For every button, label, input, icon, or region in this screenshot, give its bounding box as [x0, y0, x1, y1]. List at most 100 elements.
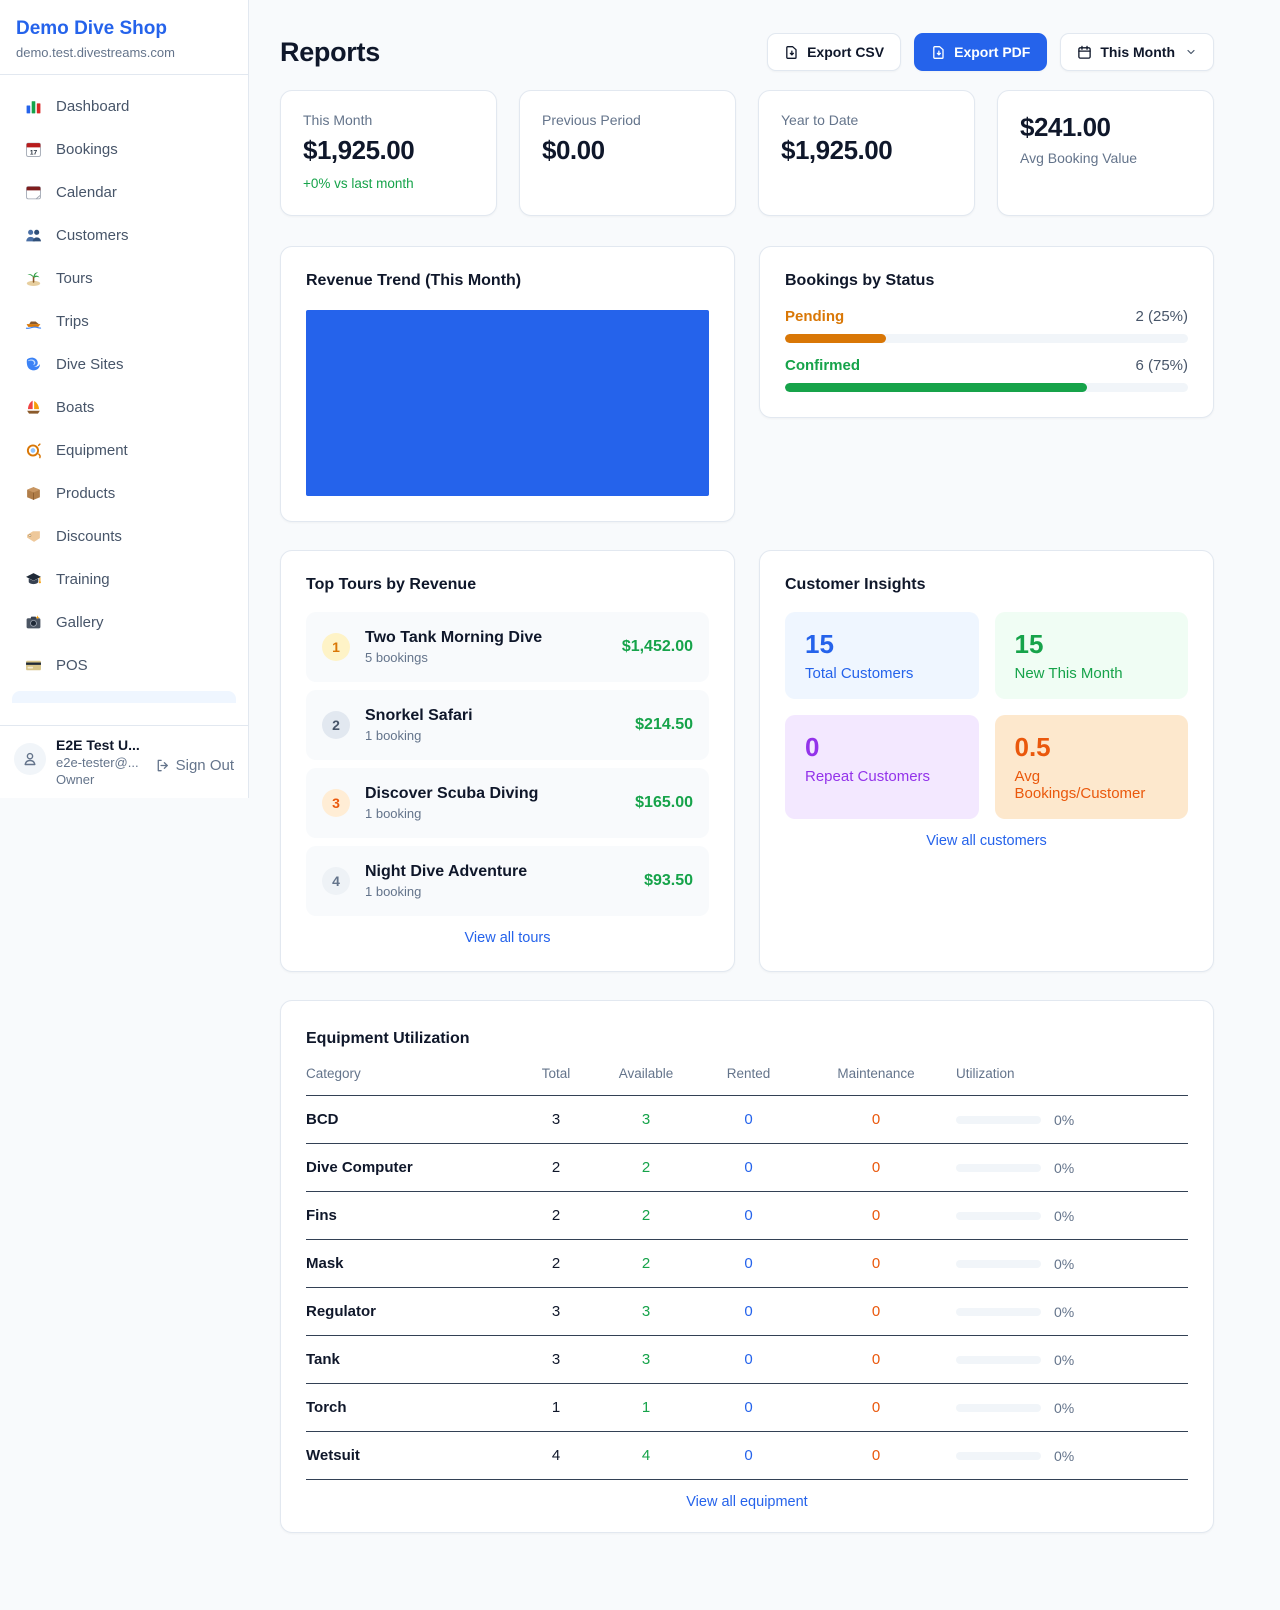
sidebar-item-tours[interactable]: Tours — [12, 261, 236, 295]
equipment-category: BCD — [306, 1096, 521, 1144]
status-label: Pending — [785, 308, 844, 325]
equipment-rented: 0 — [701, 1432, 796, 1480]
equipment-available: 3 — [591, 1288, 701, 1336]
tour-revenue: $93.50 — [644, 872, 693, 890]
pos-icon — [24, 656, 42, 674]
equipment-category: Dive Computer — [306, 1144, 521, 1192]
sidebar-item-pos[interactable]: POS — [12, 648, 236, 682]
column-header: Rented — [701, 1066, 796, 1096]
utilization-bar-track — [956, 1164, 1041, 1172]
equipment-maintenance: 0 — [796, 1288, 956, 1336]
sidebar-item-bookings[interactable]: 17 Bookings — [12, 132, 236, 166]
sidebar-item-label: Boats — [56, 399, 94, 416]
chevron-down-icon — [1185, 46, 1197, 58]
equipment-category: Tank — [306, 1336, 521, 1384]
status-count: 6 (75%) — [1135, 357, 1188, 374]
sidebar-item-label: Training — [56, 571, 110, 588]
status-count: 2 (25%) — [1135, 308, 1188, 325]
sidebar-item-label: Dashboard — [56, 98, 129, 115]
bookings-by-status-card: Bookings by Status Pending 2 (25%) Confi… — [759, 246, 1214, 418]
view-all-tours-link[interactable]: View all tours — [306, 930, 709, 946]
sidebar-item-label: POS — [56, 657, 88, 674]
sidebar-item-label: Bookings — [56, 141, 118, 158]
sidebar-header: Demo Dive Shop demo.test.divestreams.com — [0, 0, 248, 75]
stat-card-previous-period: Previous Period $0.00 — [519, 90, 736, 216]
tile-label: Total Customers — [805, 665, 959, 682]
equipment-maintenance: 0 — [796, 1096, 956, 1144]
list-item: 2 Snorkel Safari 1 booking $214.50 — [306, 690, 709, 760]
export-csv-button[interactable]: Export CSV — [767, 33, 901, 71]
equipment-rented: 0 — [701, 1240, 796, 1288]
equipment-rented: 0 — [701, 1384, 796, 1432]
equipment-category: Regulator — [306, 1288, 521, 1336]
equipment-utilization: 0% — [956, 1096, 1188, 1144]
equipment-total: 2 — [521, 1192, 591, 1240]
view-all-customers-link[interactable]: View all customers — [785, 833, 1188, 849]
equipment-total: 3 — [521, 1096, 591, 1144]
column-header: Total — [521, 1066, 591, 1096]
revenue-trend-chart — [306, 310, 709, 496]
top-tours-card: Top Tours by Revenue 1 Two Tank Morning … — [280, 550, 735, 972]
equipment-maintenance: 0 — [796, 1144, 956, 1192]
sidebar-item-dive-sites[interactable]: Dive Sites — [12, 347, 236, 381]
list-item: 3 Discover Scuba Diving 1 booking $165.0… — [306, 768, 709, 838]
sidebar-item-customers[interactable]: Customers — [12, 218, 236, 252]
user-email: e2e-tester@... — [56, 755, 140, 770]
stat-label: Year to Date — [781, 112, 952, 128]
sidebar-item-equipment[interactable]: Equipment — [12, 433, 236, 467]
column-header: Maintenance — [796, 1066, 956, 1096]
equipment-utilization-title: Equipment Utilization — [306, 1030, 1188, 1048]
column-header: Utilization — [956, 1066, 1188, 1096]
export-csv-label: Export CSV — [807, 44, 884, 60]
sidebar-item-calendar[interactable]: Calendar — [12, 175, 236, 209]
stat-value: $1,925.00 — [303, 135, 474, 166]
calendar-icon — [24, 183, 42, 201]
sidebar-item-dashboard[interactable]: Dashboard — [12, 89, 236, 123]
sidebar-item-label: Dive Sites — [56, 356, 124, 373]
sidebar-item-gallery[interactable]: Gallery — [12, 605, 236, 639]
stat-delta: +0% vs last month — [303, 176, 474, 191]
insights-row: Top Tours by Revenue 1 Two Tank Morning … — [280, 550, 1214, 972]
utilization-percent: 0% — [1054, 1400, 1074, 1416]
user-info: E2E Test U... e2e-tester@... Owner — [56, 737, 140, 787]
export-pdf-button[interactable]: Export PDF — [914, 33, 1047, 71]
sidebar-item-active-partial[interactable] — [12, 691, 236, 703]
tile-label: Repeat Customers — [805, 768, 959, 785]
tour-bookings: 1 booking — [365, 806, 538, 821]
period-select[interactable]: This Month — [1060, 33, 1214, 71]
status-row-pending: Pending 2 (25%) — [785, 308, 1188, 343]
equipment-utilization: 0% — [956, 1240, 1188, 1288]
sidebar-item-boats[interactable]: Boats — [12, 390, 236, 424]
tour-revenue: $1,452.00 — [622, 638, 693, 656]
rank-badge: 3 — [322, 789, 350, 817]
tour-revenue: $165.00 — [635, 794, 693, 812]
equipment-utilization-card: Equipment Utilization Category Total Ava… — [280, 1000, 1214, 1533]
utilization-percent: 0% — [1054, 1352, 1074, 1368]
status-row-confirmed: Confirmed 6 (75%) — [785, 357, 1188, 392]
utilization-percent: 0% — [1054, 1160, 1074, 1176]
sidebar-item-training[interactable]: Training — [12, 562, 236, 596]
trips-icon — [24, 312, 42, 330]
utilization-bar-track — [956, 1212, 1041, 1220]
sidebar-item-trips[interactable]: Trips — [12, 304, 236, 338]
dive-sites-icon — [24, 355, 42, 373]
bookings-by-status-title: Bookings by Status — [785, 272, 1188, 290]
utilization-bar-track — [956, 1308, 1041, 1316]
equipment-maintenance: 0 — [796, 1336, 956, 1384]
sign-out-button[interactable]: Sign Out — [155, 757, 234, 774]
rank-badge: 4 — [322, 867, 350, 895]
sidebar-item-discounts[interactable]: Discounts — [12, 519, 236, 553]
sidebar-item-products[interactable]: Products — [12, 476, 236, 510]
equipment-maintenance: 0 — [796, 1384, 956, 1432]
tile-value: 15 — [1015, 629, 1169, 660]
view-all-equipment-link[interactable]: View all equipment — [306, 1494, 1188, 1510]
equipment-available: 1 — [591, 1384, 701, 1432]
equipment-rented: 0 — [701, 1288, 796, 1336]
column-header: Category — [306, 1066, 521, 1096]
header-actions: Export CSV Export PDF This Month — [767, 33, 1214, 71]
tile-repeat-customers: 0 Repeat Customers — [785, 715, 979, 819]
utilization-bar-track — [956, 1404, 1041, 1412]
period-label: This Month — [1100, 44, 1175, 60]
sidebar-item-label: Customers — [56, 227, 129, 244]
equipment-available: 2 — [591, 1144, 701, 1192]
